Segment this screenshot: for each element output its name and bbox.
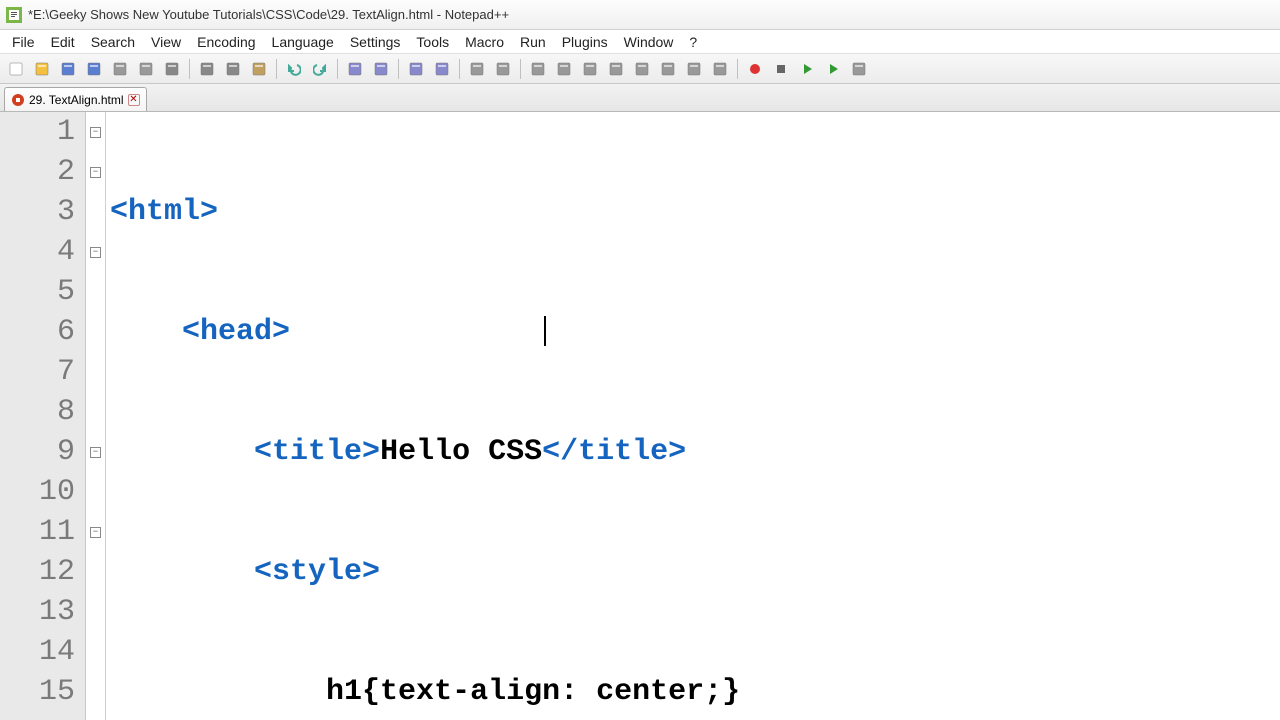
line-number: 15 xyxy=(0,672,75,712)
menu-view[interactable]: View xyxy=(143,32,189,52)
line-number: 2 xyxy=(0,152,75,192)
line-number: 5 xyxy=(0,272,75,312)
zoom-in-icon[interactable] xyxy=(404,57,428,81)
play-multi-icon[interactable] xyxy=(821,57,845,81)
line-number: 11 xyxy=(0,512,75,552)
tab-textalign[interactable]: 29. TextAlign.html ✕ xyxy=(4,87,147,111)
code-area[interactable]: <html> <head> <title>Hello CSS</title> <… xyxy=(106,112,1280,720)
line-number: 4 xyxy=(0,232,75,272)
cut-icon[interactable] xyxy=(195,57,219,81)
tag-html-open: <html> xyxy=(110,195,218,229)
undo-icon[interactable] xyxy=(282,57,306,81)
title-text: Hello CSS xyxy=(380,435,542,469)
menu-tools[interactable]: Tools xyxy=(408,32,457,52)
play-icon[interactable] xyxy=(795,57,819,81)
toolbar xyxy=(0,54,1280,84)
replace-icon[interactable] xyxy=(369,57,393,81)
line-number: 6 xyxy=(0,312,75,352)
sync-h-icon[interactable] xyxy=(491,57,515,81)
save-icon[interactable] xyxy=(56,57,80,81)
tag-title-open: <title> xyxy=(254,435,380,469)
app-icon xyxy=(6,7,22,23)
tag-title-close: </title> xyxy=(542,435,686,469)
menu-edit[interactable]: Edit xyxy=(43,32,83,52)
menu-file[interactable]: File xyxy=(4,32,43,52)
menu-settings[interactable]: Settings xyxy=(342,32,409,52)
print-icon[interactable] xyxy=(160,57,184,81)
menu-help[interactable]: ? xyxy=(681,32,705,52)
menu-window[interactable]: Window xyxy=(616,32,682,52)
line-number: 14 xyxy=(0,632,75,672)
indent-guide-icon[interactable] xyxy=(578,57,602,81)
func-list-icon[interactable] xyxy=(656,57,680,81)
menu-run[interactable]: Run xyxy=(512,32,554,52)
tag-head-open: <head> xyxy=(182,315,290,349)
line-number: 7 xyxy=(0,352,75,392)
new-icon[interactable] xyxy=(4,57,28,81)
title-bar: *E:\Geeky Shows New Youtube Tutorials\CS… xyxy=(0,0,1280,30)
menu-language[interactable]: Language xyxy=(264,32,342,52)
lang-icon[interactable] xyxy=(604,57,628,81)
fold-toggle[interactable]: − xyxy=(90,247,101,258)
line-number: 9 xyxy=(0,432,75,472)
menu-search[interactable]: Search xyxy=(83,32,143,52)
line-number: 12 xyxy=(0,552,75,592)
fold-toggle[interactable]: − xyxy=(90,167,101,178)
show-chars-icon[interactable] xyxy=(552,57,576,81)
tab-label: 29. TextAlign.html xyxy=(29,93,124,107)
line-number: 3 xyxy=(0,192,75,232)
folder-icon[interactable] xyxy=(682,57,706,81)
line-number: 8 xyxy=(0,392,75,432)
menu-encoding[interactable]: Encoding xyxy=(189,32,263,52)
paste-icon[interactable] xyxy=(247,57,271,81)
menu-macro[interactable]: Macro xyxy=(457,32,512,52)
close-all-icon[interactable] xyxy=(134,57,158,81)
fold-toggle[interactable]: − xyxy=(90,127,101,138)
doc-map-icon[interactable] xyxy=(630,57,654,81)
stop-icon[interactable] xyxy=(769,57,793,81)
file-icon xyxy=(11,93,25,107)
css-rule-h1: h1{text-align: center;} xyxy=(326,675,740,709)
fold-toggle[interactable]: − xyxy=(90,447,101,458)
save-macro-icon[interactable] xyxy=(847,57,871,81)
menu-bar: File Edit Search View Encoding Language … xyxy=(0,30,1280,54)
line-number: 10 xyxy=(0,472,75,512)
window-title: *E:\Geeky Shows New Youtube Tutorials\CS… xyxy=(28,7,509,22)
wrap-icon[interactable] xyxy=(526,57,550,81)
line-number: 13 xyxy=(0,592,75,632)
line-number-gutter: 123456789101112131415 xyxy=(0,112,86,720)
menu-plugins[interactable]: Plugins xyxy=(554,32,616,52)
sync-v-icon[interactable] xyxy=(465,57,489,81)
code-editor[interactable]: 123456789101112131415 −−−−− <html> <head… xyxy=(0,112,1280,720)
redo-icon[interactable] xyxy=(308,57,332,81)
record-icon[interactable] xyxy=(743,57,767,81)
tag-style-open: <style> xyxy=(254,555,380,589)
close-icon[interactable] xyxy=(108,57,132,81)
tab-close-icon[interactable]: ✕ xyxy=(128,94,140,106)
fold-toggle[interactable]: − xyxy=(90,527,101,538)
zoom-out-icon[interactable] xyxy=(430,57,454,81)
open-icon[interactable] xyxy=(30,57,54,81)
line-number: 1 xyxy=(0,112,75,152)
save-all-icon[interactable] xyxy=(82,57,106,81)
text-caret xyxy=(544,316,546,346)
monitor-icon[interactable] xyxy=(708,57,732,81)
copy-icon[interactable] xyxy=(221,57,245,81)
fold-gutter: − − − − − xyxy=(86,112,106,720)
tab-bar: 29. TextAlign.html ✕ xyxy=(0,84,1280,112)
find-icon[interactable] xyxy=(343,57,367,81)
